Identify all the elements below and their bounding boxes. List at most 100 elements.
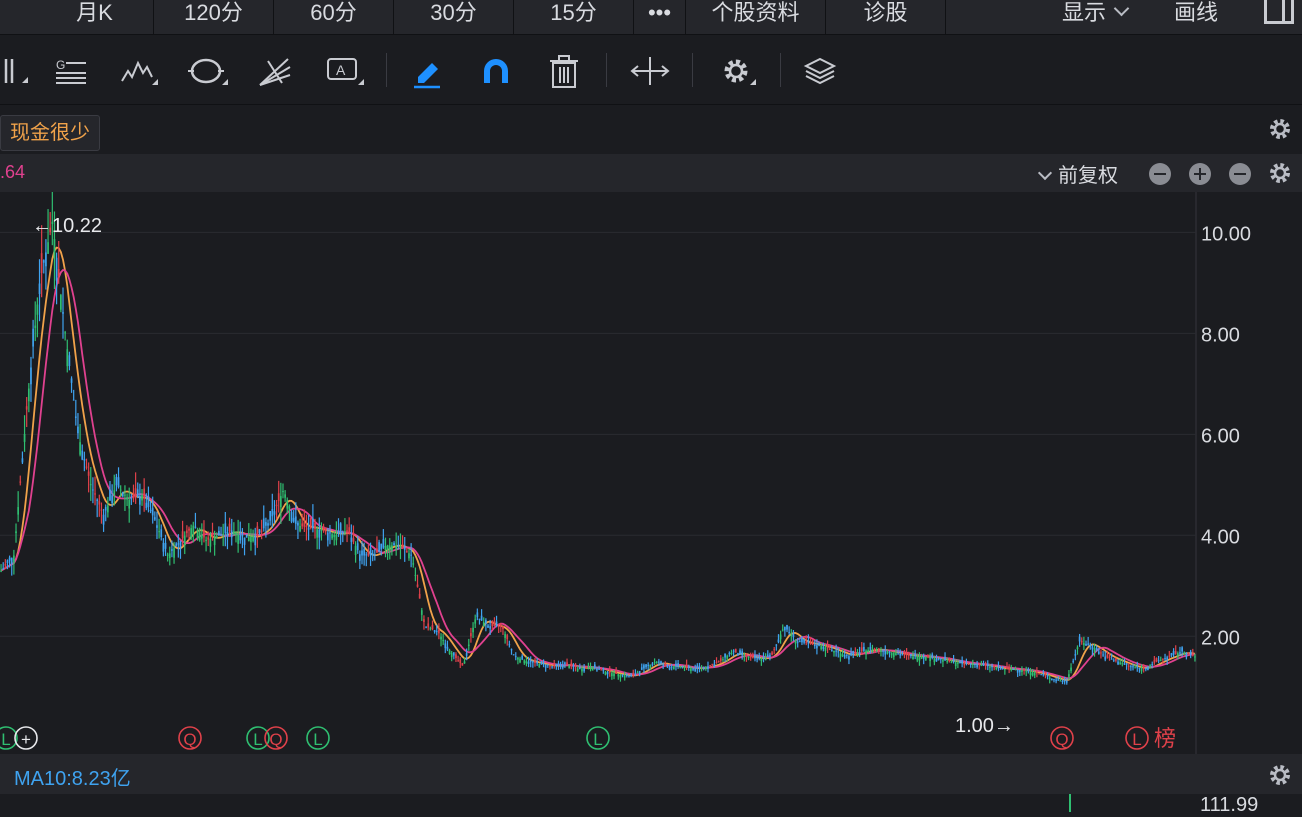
candle-body [442,640,445,642]
gear-icon[interactable] [1268,161,1292,185]
adjust-dropdown[interactable]: 前复权 [1037,159,1118,188]
display-dropdown[interactable]: 显示 [1062,0,1130,34]
candle-body [856,652,859,656]
candle-body [1181,647,1183,652]
candle-body [672,666,675,670]
candle-body [1189,651,1192,655]
tab-more[interactable]: ••• [634,0,686,34]
candle-body [224,523,227,533]
candle-body [811,641,814,645]
candle-body [576,668,579,671]
candle-body [660,661,662,664]
gear-icon[interactable] [1268,117,1292,141]
candle-body [702,666,705,668]
draw-line-button[interactable]: 画线 [1174,0,1218,34]
candle-body [615,670,618,674]
candle-body [4,564,7,566]
candle-body [220,534,222,536]
gear-icon[interactable] [1268,763,1292,787]
magnet-icon[interactable] [476,53,516,89]
candle-body [57,269,60,277]
candle-body [687,666,690,669]
trash-icon[interactable] [544,53,584,89]
stock-tag[interactable]: 现金很少 [0,115,100,151]
candle-body [506,635,509,640]
candle-body [568,665,571,669]
candle-body [1138,667,1141,669]
candle-body [254,535,257,546]
candle-body [312,518,314,529]
zigzag-icon[interactable] [118,53,158,89]
candle-body [279,496,282,508]
tab-15min[interactable]: 15分 [514,0,634,34]
candle-body [969,663,972,665]
text-lines-icon[interactable]: G [50,53,90,89]
candle-body [698,666,701,669]
candle-body [448,650,451,654]
tab-30min[interactable]: 30分 [394,0,514,34]
candle-body [47,242,49,254]
candle-body [132,492,135,499]
collapse-button[interactable] [1149,163,1171,185]
candle-body [683,667,686,669]
candle-body [1115,658,1117,661]
zoom-in-button[interactable] [1189,163,1211,185]
candle-body [643,665,645,669]
tab-diagnosis[interactable]: 诊股 [826,0,946,34]
volume-ma-readout: MA10:8.23亿 [14,768,131,790]
candle-body [92,489,94,491]
layers-icon[interactable] [800,53,840,89]
price-chart[interactable]: 10.008.006.004.002.00 ←10.22 1.00→ L + Q L Q… [0,192,1302,754]
candle-body [316,529,319,538]
candle-body [677,663,679,667]
annotation-icon[interactable]: A [324,53,364,89]
candle-body [534,659,536,664]
candle-body [886,651,889,654]
candle-body [788,632,791,634]
candle-body [640,667,643,670]
candle-body [267,523,269,526]
candle-body [816,645,818,649]
tab-monthly[interactable]: 月K [36,0,154,34]
candle-body [835,650,837,652]
candle-body [25,406,28,410]
candle-body [322,526,325,531]
candle-body [171,549,173,551]
candle-body [608,669,611,673]
candle-body [1087,643,1090,645]
candle-body [45,252,47,267]
candle-body [361,550,363,556]
candle-body [749,655,752,658]
candle-body [70,378,73,383]
candle-body [636,672,639,674]
candle-body [899,654,902,656]
candle-body [786,625,788,630]
bar-style-icon[interactable] [0,53,40,89]
fan-icon[interactable] [254,53,294,89]
candle-body [745,653,748,657]
candle-body [487,625,489,628]
candle-body [414,574,417,576]
zoom-out-button[interactable] [1229,163,1251,185]
tab-120min[interactable]: 120分 [154,0,274,34]
event-marker-label: L [313,730,322,749]
candle-body [237,533,239,544]
candle-body [561,664,564,668]
panel-toggle-icon[interactable] [1264,0,1294,24]
candle-body [598,668,600,670]
cycle-icon[interactable] [188,53,228,89]
settings-icon[interactable] [716,53,756,89]
period-tab-bar: 月K 120分 60分 30分 15分 ••• 个股资料 诊股 显示 画线 [0,0,1302,35]
candle-body [910,654,912,657]
candle-body [711,663,714,665]
candle-body [412,563,415,565]
pen-icon[interactable] [408,53,448,89]
expand-icon[interactable] [630,53,670,89]
event-marker-label: L [1132,730,1141,749]
candle-body [798,641,801,643]
tab-stock-profile[interactable]: 个股资料 [686,0,826,34]
candle-body [532,661,534,663]
tab-60min[interactable]: 60分 [274,0,394,34]
candle-body [1065,680,1068,683]
ma-line-pink [0,269,1195,680]
